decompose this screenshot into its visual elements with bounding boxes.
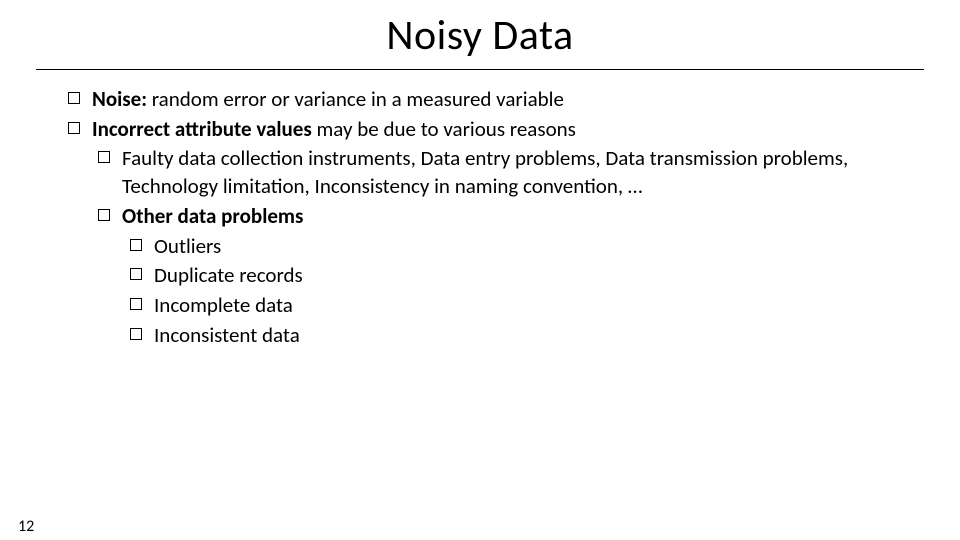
emphasis: Incorrect attribute values bbox=[92, 116, 312, 142]
list-item: Outliers bbox=[130, 233, 900, 261]
list-item: Inconsistent data bbox=[130, 322, 900, 350]
bullet-icon bbox=[68, 92, 80, 104]
list-item-text: Other data problems bbox=[122, 203, 900, 231]
list-item: Incomplete data bbox=[130, 292, 900, 320]
text-run: may be due to various reasons bbox=[312, 116, 576, 142]
bullet-icon bbox=[98, 151, 110, 163]
slide-content: Noise: random error or variance in a mea… bbox=[68, 86, 900, 349]
list-item-text: Inconsistent data bbox=[154, 322, 900, 350]
bullet-icon bbox=[68, 122, 80, 134]
bullet-icon bbox=[130, 268, 142, 280]
slide: Noisy Data Noise: random error or varian… bbox=[0, 10, 960, 540]
list-item-text: Duplicate records bbox=[154, 262, 900, 290]
list-item-text: Incomplete data bbox=[154, 292, 900, 320]
list-item: Noise: random error or variance in a mea… bbox=[68, 86, 900, 114]
page-number: 12 bbox=[18, 517, 34, 536]
list-item: Other data problems bbox=[98, 203, 900, 231]
list-item: Faulty data collection instruments, Data… bbox=[98, 145, 900, 200]
emphasis: Noise: bbox=[92, 86, 147, 112]
slide-title: Noisy Data bbox=[0, 10, 960, 61]
title-divider bbox=[36, 69, 924, 70]
bullet-icon bbox=[130, 328, 142, 340]
list-item: Duplicate records bbox=[130, 262, 900, 290]
emphasis: Other data problems bbox=[122, 203, 303, 229]
bullet-icon bbox=[130, 298, 142, 310]
list-item-text: Noise: random error or variance in a mea… bbox=[92, 86, 900, 114]
bullet-icon bbox=[130, 239, 142, 251]
list-item-text: Incorrect attribute values may be due to… bbox=[92, 116, 900, 144]
list-item-text: Outliers bbox=[154, 233, 900, 261]
text-run: random error or variance in a measured v… bbox=[147, 86, 564, 112]
list-item: Incorrect attribute values may be due to… bbox=[68, 116, 900, 144]
list-item-text: Faulty data collection instruments, Data… bbox=[122, 145, 900, 200]
bullet-icon bbox=[98, 209, 110, 221]
